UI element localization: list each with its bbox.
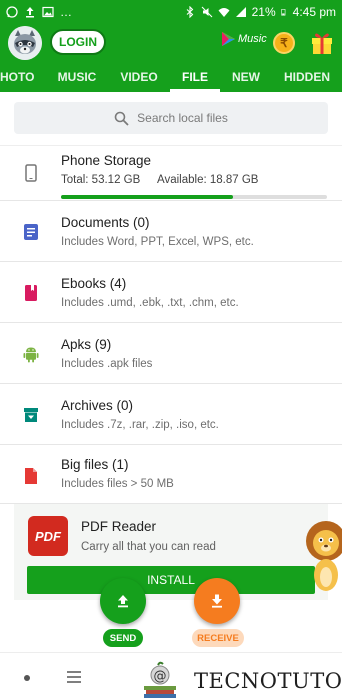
whatsapp-icon (6, 6, 18, 18)
category-documents[interactable]: Documents (0) Includes Word, PPT, Excel,… (0, 201, 342, 262)
image-icon (42, 6, 54, 18)
category-archives[interactable]: Archives (0) Includes .7z, .rar, .zip, .… (0, 384, 342, 445)
receive-button[interactable] (194, 578, 240, 624)
tab-new[interactable]: NEW (226, 62, 266, 92)
watermark: @ TECNOTUTO (136, 661, 342, 699)
send-label[interactable]: SEND (103, 629, 143, 647)
android-icon (23, 347, 39, 363)
mute-icon (201, 6, 212, 18)
storage-progress-bar (61, 195, 327, 199)
recent-apps-icon[interactable] (64, 669, 84, 685)
category-subtitle: Includes Word, PPT, Excel, WPS, etc. (61, 236, 254, 248)
search-section: Search local files (0, 92, 342, 146)
storage-progress-fill (61, 195, 233, 199)
tab-music[interactable]: MUSIC (50, 62, 104, 92)
music-shortcut[interactable]: Music (220, 31, 267, 47)
category-big-files[interactable]: Big files (1) Includes files > 50 MB (0, 445, 342, 504)
upload-icon (26, 7, 34, 18)
category-subtitle: Includes .umd, .ebk, .txt, .chm, etc. (61, 297, 239, 309)
category-subtitle: Includes .7z, .rar, .zip, .iso, etc. (61, 419, 219, 431)
tab-video[interactable]: VIDEO (112, 62, 166, 92)
search-placeholder: Search local files (137, 111, 228, 125)
rupee-coin-icon[interactable]: ₹ (273, 32, 295, 54)
search-input[interactable]: Search local files (14, 102, 328, 134)
pdf-reader-logo: PDF (28, 516, 68, 556)
send-button[interactable] (100, 578, 146, 624)
storage-title: Phone Storage (61, 153, 152, 168)
watermark-text: TECNOTUTO (194, 669, 342, 693)
music-label: Music (238, 33, 267, 45)
system-nav-bar: @ TECNOTUTO (0, 652, 342, 700)
category-title: Documents (0) (61, 215, 150, 230)
gift-icon[interactable] (310, 29, 334, 55)
category-subtitle: Includes files > 50 MB (61, 478, 174, 490)
ad-title: PDF Reader (81, 519, 157, 534)
storage-total: Total: 53.12 GB (61, 174, 141, 186)
category-title: Archives (0) (61, 398, 134, 413)
tab-photo[interactable]: HOTO (0, 62, 34, 92)
clock: 4:45 pm (292, 5, 336, 19)
archive-icon (24, 408, 38, 422)
category-title: Big files (1) (61, 457, 129, 472)
signal-icon (235, 7, 246, 17)
wifi-icon (218, 8, 230, 17)
phone-storage-row[interactable]: Phone Storage Total: 53.12 GB Available:… (0, 146, 342, 201)
lion-mascot-icon[interactable] (304, 515, 342, 595)
category-apks[interactable]: Apks (9) Includes .apk files (0, 323, 342, 384)
receive-label[interactable]: RECEIVE (192, 629, 244, 647)
more-icon: … (60, 5, 72, 19)
ebook-icon (25, 285, 37, 301)
tab-hidden[interactable]: HIDDEN (280, 62, 334, 92)
svg-text:@: @ (154, 669, 167, 684)
avatar[interactable] (8, 26, 42, 60)
big-file-icon (25, 468, 37, 484)
upload-arrow-icon (118, 595, 128, 608)
tab-bar: HOTO MUSIC VIDEO FILE NEW HIDDEN (0, 62, 342, 92)
category-ebooks[interactable]: Ebooks (4) Includes .umd, .ebk, .txt, .c… (0, 262, 342, 323)
search-icon (114, 111, 129, 126)
install-button[interactable]: INSTALL (27, 566, 315, 594)
login-button[interactable]: LOGIN (50, 29, 106, 55)
download-arrow-icon (212, 594, 222, 608)
category-title: Ebooks (4) (61, 276, 127, 291)
play-music-icon (222, 32, 235, 46)
phone-icon (25, 164, 37, 182)
nav-home-dot[interactable] (24, 675, 30, 681)
raccoon-avatar-icon (8, 26, 42, 60)
app-bar: LOGIN Music ₹ (0, 24, 342, 62)
status-bar: … 21% 4:45 pm (0, 0, 342, 24)
bluetooth-icon (186, 6, 193, 18)
document-icon (24, 224, 38, 240)
battery-icon (280, 9, 286, 16)
ad-subtitle: Carry all that you can read (81, 541, 216, 553)
tecnotuto-logo-icon: @ (144, 661, 176, 698)
category-subtitle: Includes .apk files (61, 358, 153, 370)
tab-file[interactable]: FILE (170, 62, 220, 92)
battery-percent: 21% (251, 5, 276, 19)
storage-available: Available: 18.87 GB (157, 174, 259, 186)
ad-card[interactable]: PDF PDF Reader Carry all that you can re… (14, 504, 328, 600)
category-title: Apks (9) (61, 337, 112, 352)
